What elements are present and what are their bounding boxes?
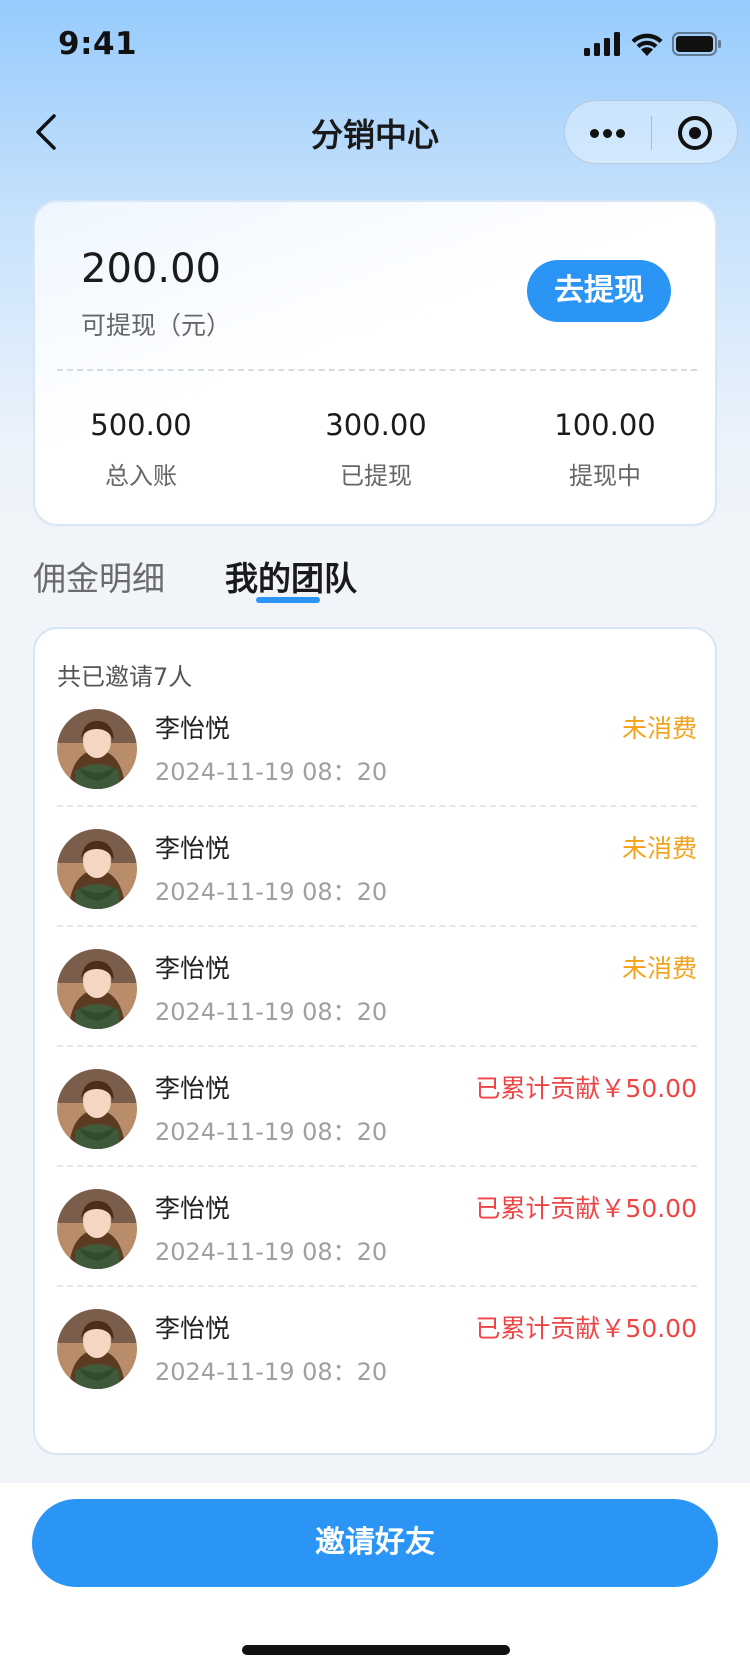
bottom-action-bar: 邀请好友 [0, 1483, 750, 1670]
tab-commission-details[interactable]: 佣金明细 [33, 552, 165, 600]
member-status-badge: 未消费 [621, 954, 697, 983]
stat-value: 300.00 [325, 408, 427, 442]
list-item[interactable]: 李怡悦 2024-11-19 08：20 已累计贡献￥50.00 [57, 1287, 697, 1407]
member-status-badge: 已累计贡献￥50.00 [475, 1074, 697, 1103]
list-item[interactable]: 李怡悦 2024-11-19 08：20 未消费 [57, 927, 697, 1047]
active-tab-indicator [256, 597, 320, 603]
stat-value: 500.00 [90, 408, 192, 442]
member-join-time: 2024-11-19 08：20 [155, 998, 388, 1026]
home-indicator [242, 1645, 510, 1655]
member-name: 李怡悦 [155, 954, 231, 983]
invite-friends-button[interactable]: 邀请好友 [32, 1499, 718, 1587]
member-join-time: 2024-11-19 08：20 [155, 1238, 388, 1266]
avatar [57, 1069, 137, 1149]
available-balance-label: 可提现（元） [81, 311, 232, 340]
stat-withdrawing: 100.00 提现中 [505, 408, 705, 491]
member-status-badge: 未消费 [621, 834, 697, 863]
stat-value: 100.00 [554, 408, 656, 442]
member-join-time: 2024-11-19 08：20 [155, 1358, 388, 1386]
stat-label: 提现中 [569, 462, 641, 490]
withdraw-button[interactable]: 去提现 [527, 260, 671, 322]
avatar [57, 829, 137, 909]
list-item[interactable]: 李怡悦 2024-11-19 08：20 已累计贡献￥50.00 [57, 1167, 697, 1287]
member-join-time: 2024-11-19 08：20 [155, 1118, 388, 1146]
miniprogram-capsule [564, 100, 738, 164]
member-name: 李怡悦 [155, 1074, 231, 1103]
close-miniprogram-button[interactable] [652, 101, 739, 165]
member-name: 李怡悦 [155, 714, 231, 743]
balance-card: 200.00 可提现（元） 去提现 500.00 总入账 300.00 已提现 … [33, 200, 717, 526]
cellular-signal-icon [584, 32, 620, 56]
battery-icon [672, 32, 721, 56]
card-divider [57, 369, 697, 371]
member-status-badge: 未消费 [621, 714, 697, 743]
stat-label: 已提现 [340, 462, 412, 490]
distribution-center-page: 9:41 分销中心 200.00 可提现（元） 去提现 500.00 总入账 3… [0, 0, 750, 1670]
member-status-badge: 已累计贡献￥50.00 [475, 1314, 697, 1343]
team-list-card: 共已邀请7人 李怡悦 2024-11-19 08：20 未消费 李怡悦 2024-11-… [33, 627, 717, 1455]
more-menu-button[interactable] [565, 101, 651, 165]
list-item[interactable]: 李怡悦 2024-11-19 08：20 已累计贡献￥50.00 [57, 1047, 697, 1167]
list-item[interactable]: 李怡悦 2024-11-19 08：20 未消费 [57, 807, 697, 927]
stat-total-income: 500.00 总入账 [41, 408, 241, 491]
wifi-icon [631, 33, 663, 56]
avatar [57, 709, 137, 789]
status-time: 9:41 [58, 26, 138, 62]
member-name: 李怡悦 [155, 1194, 231, 1223]
status-bar: 9:41 [0, 0, 750, 92]
stat-withdrawn: 300.00 已提现 [276, 408, 476, 491]
list-item[interactable]: 李怡悦 2024-11-19 08：20 未消费 [57, 687, 697, 807]
member-status-badge: 已累计贡献￥50.00 [475, 1194, 697, 1223]
member-name: 李怡悦 [155, 834, 231, 863]
member-join-time: 2024-11-19 08：20 [155, 758, 388, 786]
stat-label: 总入账 [105, 462, 177, 490]
available-balance-amount: 200.00 [81, 246, 221, 292]
tab-my-team[interactable]: 我的团队 [225, 552, 357, 600]
member-name: 李怡悦 [155, 1314, 231, 1343]
member-join-time: 2024-11-19 08：20 [155, 878, 388, 906]
avatar [57, 949, 137, 1029]
avatar [57, 1189, 137, 1269]
avatar [57, 1309, 137, 1389]
